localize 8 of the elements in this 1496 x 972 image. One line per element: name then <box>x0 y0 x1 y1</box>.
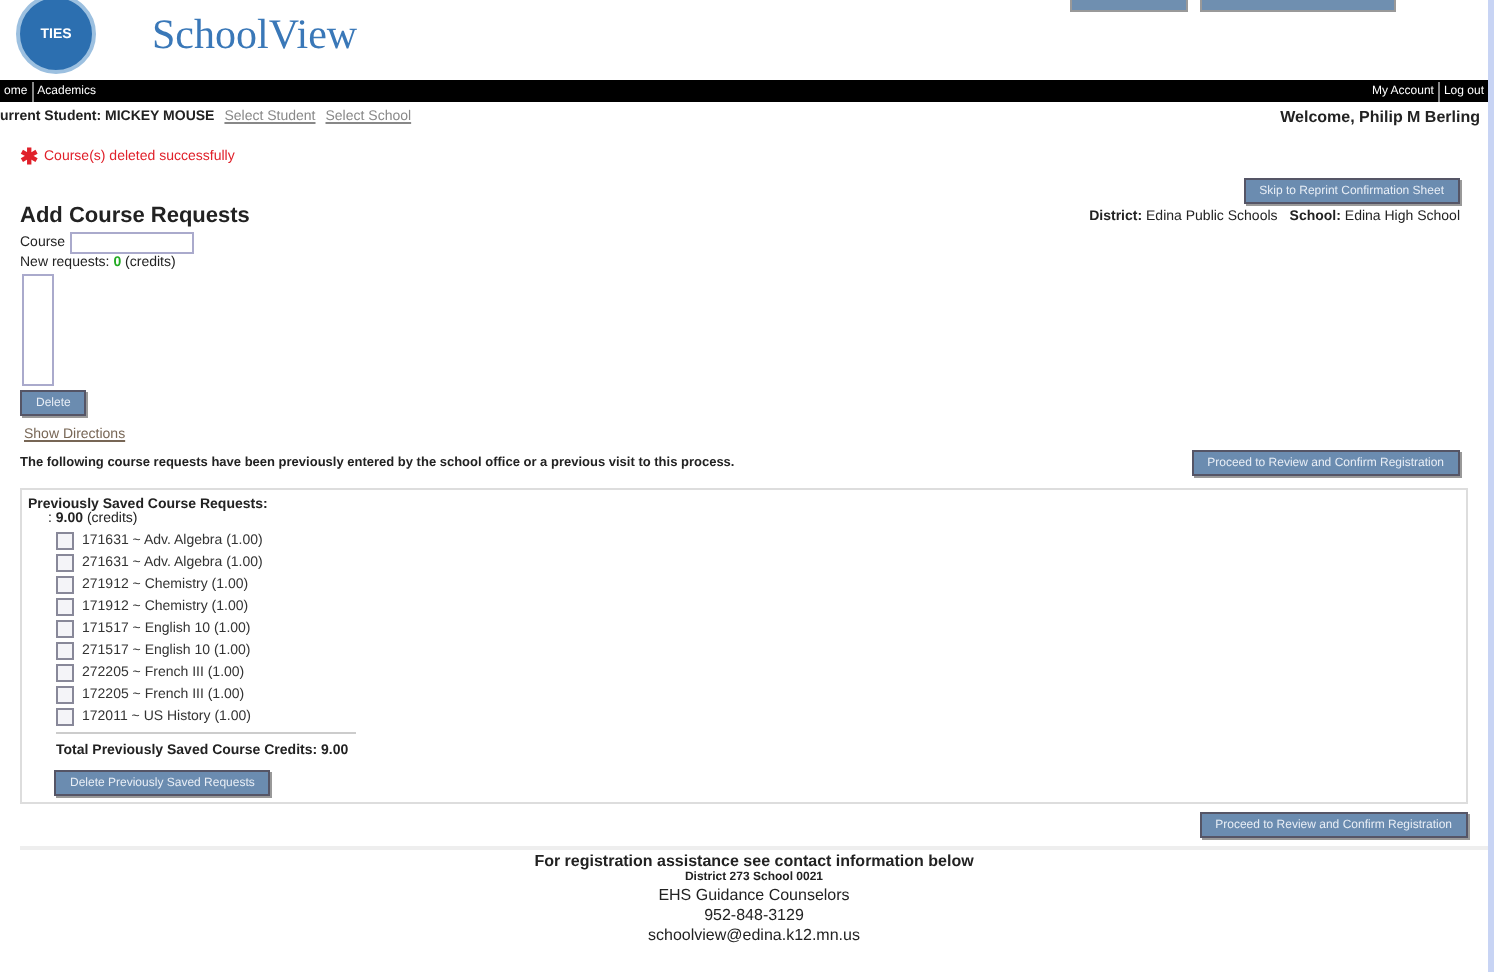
welcome-text: Welcome, Philip M Berling <box>1280 108 1480 126</box>
footer-text: 952-848-3129 <box>702 906 806 926</box>
asterisk-icon: ✱ <box>20 144 38 170</box>
footer-text: schoolview@edina.k12.mn.us <box>646 926 862 946</box>
section-heading: Add Course Requests <box>20 204 250 228</box>
app-title: SchoolView <box>152 9 358 59</box>
footer-heading: For registration assistance see contact information below <box>532 852 976 871</box>
footer-text: EHS Guidance Counselors <box>656 886 852 906</box>
